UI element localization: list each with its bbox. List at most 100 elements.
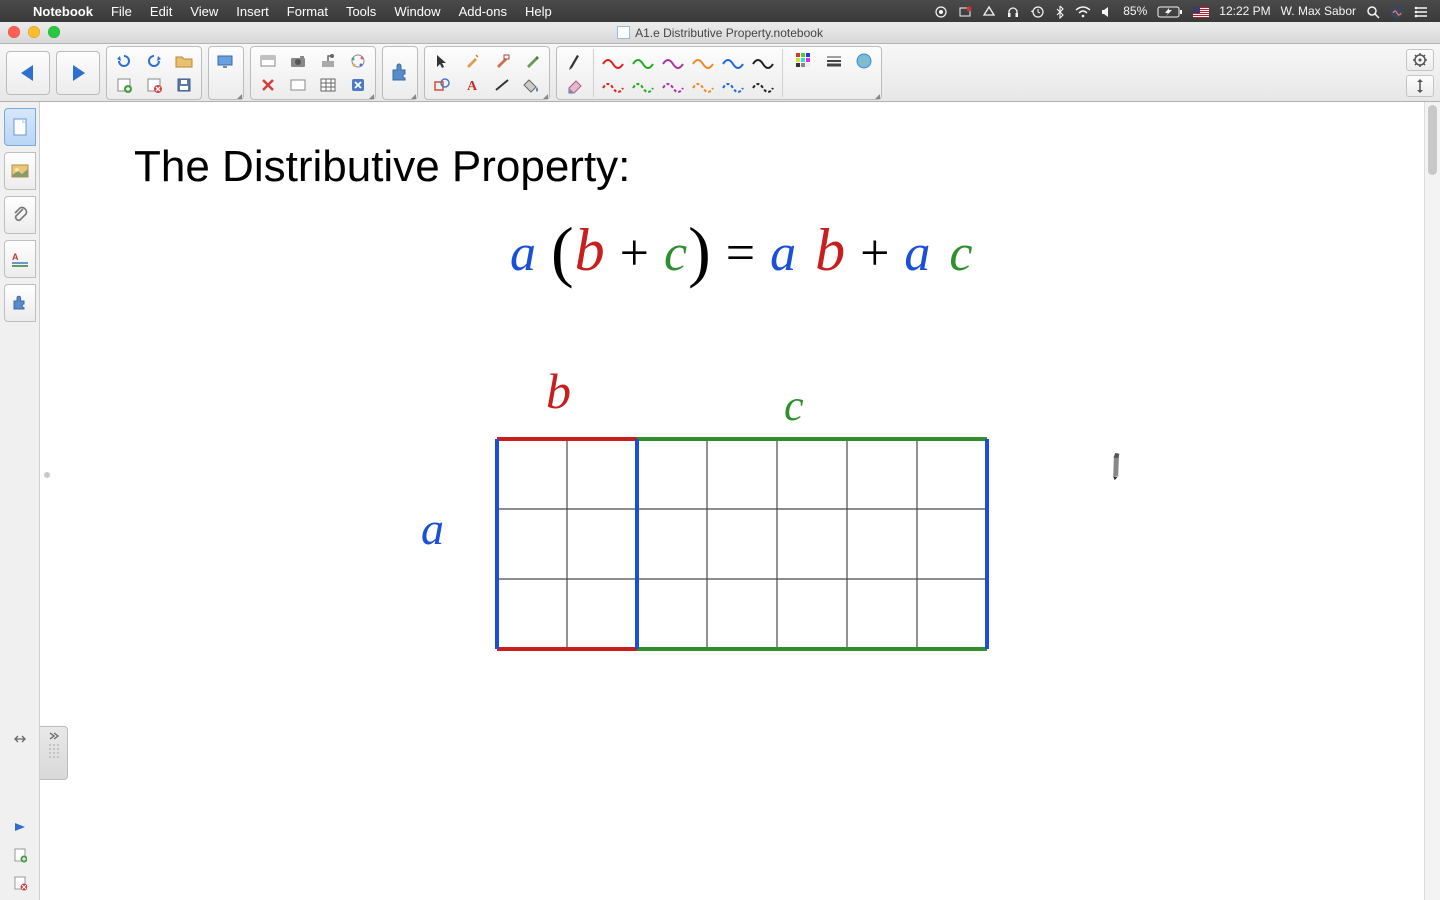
clock[interactable]: 12:22 PM	[1219, 4, 1270, 18]
color-picker-button[interactable]	[789, 49, 819, 73]
table-button[interactable]	[313, 73, 343, 97]
equation: a (b + c) = a b + a c	[510, 212, 973, 291]
tool-group: A	[424, 46, 550, 100]
text-tool[interactable]: A	[457, 73, 487, 97]
next-page-button[interactable]	[56, 51, 100, 95]
bluetooth-icon[interactable]	[1055, 3, 1065, 19]
select-tool[interactable]	[427, 49, 457, 73]
pen-black-dash[interactable]	[748, 73, 778, 97]
tab-properties[interactable]: A	[4, 240, 36, 278]
pen-orange-dash[interactable]	[688, 73, 718, 97]
pen-blue[interactable]	[718, 49, 748, 73]
side-tabs: A	[0, 102, 40, 900]
headphones-icon[interactable]	[1006, 3, 1020, 19]
timemachine-icon[interactable]	[1030, 3, 1045, 19]
pen-blue-dash[interactable]	[718, 73, 748, 97]
tab-addons[interactable]	[4, 284, 36, 322]
app-menu[interactable]: Notebook	[24, 4, 102, 19]
pen-purple[interactable]	[658, 49, 688, 73]
menu-view[interactable]: View	[181, 4, 227, 19]
open-button[interactable]	[169, 49, 199, 73]
line-tool[interactable]	[487, 73, 517, 97]
settings-button[interactable]	[1406, 49, 1434, 71]
move-toolbar-button[interactable]	[1406, 75, 1434, 97]
prev-page-button[interactable]	[6, 51, 50, 95]
eq-c1: c	[664, 225, 688, 282]
tab-attachments[interactable]	[4, 196, 36, 234]
tab-gallery[interactable]	[4, 152, 36, 190]
pen-green-dash[interactable]	[628, 73, 658, 97]
flag-icon[interactable]	[1193, 4, 1209, 19]
tab-page-sorter[interactable]	[4, 108, 36, 146]
close-button[interactable]	[8, 26, 20, 38]
chevron-right-icon	[47, 731, 61, 741]
eraser-tool[interactable]	[559, 73, 589, 97]
line-props-button[interactable]	[819, 49, 849, 73]
file-group	[106, 46, 202, 100]
grid-label-b: b	[546, 362, 571, 420]
pen-orange[interactable]	[688, 49, 718, 73]
screen-icon[interactable]	[958, 3, 972, 19]
user-name[interactable]: W. Max Sabor	[1281, 4, 1356, 18]
addons-group	[382, 46, 418, 100]
margin-handle[interactable]	[44, 472, 50, 478]
eq-c2: c	[949, 225, 973, 282]
shapes-tool[interactable]	[427, 73, 457, 97]
pen-red[interactable]	[598, 49, 628, 73]
next-page-side-button[interactable]	[7, 816, 33, 838]
svg-text:A: A	[467, 79, 478, 93]
eq-plus1: +	[620, 225, 650, 282]
wifi-icon[interactable]	[1075, 4, 1091, 19]
web-button[interactable]	[849, 49, 879, 73]
page-canvas[interactable]: The Distributive Property: a (b + c) = a…	[40, 102, 1424, 900]
pen-black[interactable]	[748, 49, 778, 73]
menu-window[interactable]: Window	[385, 4, 449, 19]
menu-edit[interactable]: Edit	[141, 4, 181, 19]
menu-file[interactable]: File	[102, 4, 141, 19]
crayon-tool[interactable]	[517, 49, 547, 73]
redo-button[interactable]	[139, 49, 169, 73]
menu-tools[interactable]: Tools	[337, 4, 385, 19]
pen-purple-dash[interactable]	[658, 73, 688, 97]
notification-icon[interactable]	[1414, 4, 1428, 19]
menu-help[interactable]: Help	[516, 4, 561, 19]
page-add-button[interactable]	[7, 844, 33, 866]
volume-icon[interactable]	[1101, 4, 1113, 19]
drive-icon[interactable]	[982, 3, 996, 19]
geogebra-button[interactable]	[343, 49, 373, 73]
menu-addons[interactable]: Add-ons	[450, 4, 516, 19]
menu-insert[interactable]: Insert	[227, 4, 278, 19]
camera-button[interactable]	[283, 49, 313, 73]
document-camera-button[interactable]	[313, 49, 343, 73]
undo-button[interactable]	[109, 49, 139, 73]
pen-red-dash[interactable]	[598, 73, 628, 97]
menu-format[interactable]: Format	[278, 4, 337, 19]
scrollbar-thumb[interactable]	[1428, 105, 1437, 175]
battery-icon[interactable]	[1157, 4, 1183, 19]
screenshade-button[interactable]	[253, 49, 283, 73]
page-del-button[interactable]	[7, 872, 33, 894]
autohide-button[interactable]	[7, 728, 33, 750]
screen-button[interactable]	[283, 73, 313, 97]
slider-handle[interactable]	[40, 726, 68, 780]
record-icon[interactable]	[934, 3, 948, 19]
battery-text: 85%	[1123, 4, 1147, 18]
delete-button[interactable]	[253, 73, 283, 97]
siri-icon[interactable]	[1390, 3, 1404, 19]
magic-pen-tool[interactable]	[457, 49, 487, 73]
shape-pen-tool[interactable]	[487, 49, 517, 73]
new-page-button[interactable]	[109, 73, 139, 97]
vertical-scrollbar[interactable]	[1424, 102, 1440, 900]
minimize-button[interactable]	[28, 26, 40, 38]
pen-tool[interactable]	[559, 49, 589, 73]
zoom-button[interactable]	[48, 26, 60, 38]
addons-button[interactable]	[385, 49, 415, 97]
eq-b2: b	[815, 217, 846, 283]
svg-text:A: A	[12, 252, 19, 262]
screen-share-button[interactable]	[211, 49, 241, 73]
save-button[interactable]	[169, 73, 199, 97]
pen-green[interactable]	[628, 49, 658, 73]
spotlight-icon[interactable]	[1366, 3, 1380, 19]
eq-a3: a	[904, 225, 931, 282]
delete-page-button[interactable]	[139, 73, 169, 97]
